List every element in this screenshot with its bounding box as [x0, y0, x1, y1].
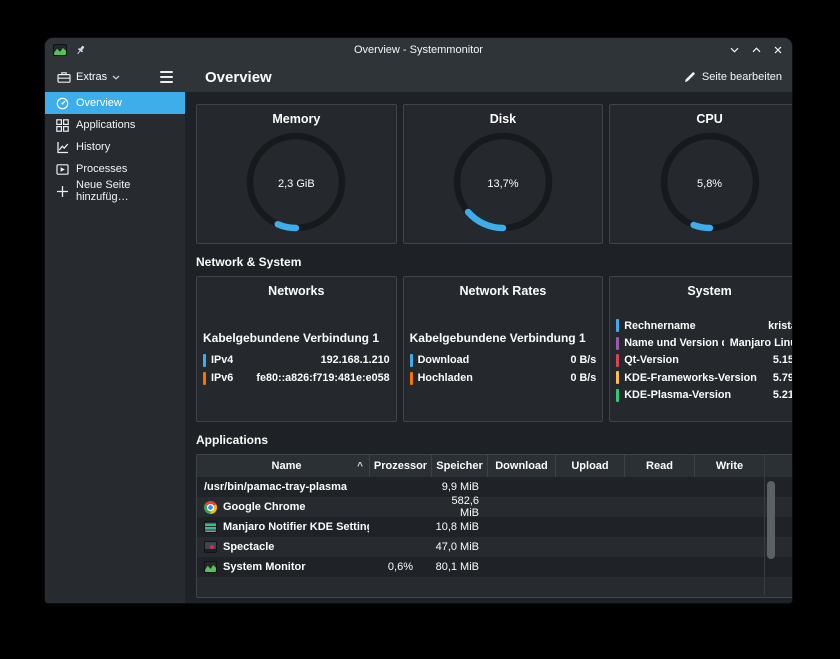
connection-name: Kabelgebundene Verbindung 1 [410, 331, 597, 345]
sensor-row-qt: Qt-Version 5.15.2 [610, 352, 792, 369]
column-header-prozessor[interactable]: Prozessor [369, 455, 431, 477]
system-monitor-icon [204, 561, 217, 573]
toolbar: Extras Overview Seite bearbeiten [45, 62, 792, 92]
gauge-title: Memory [197, 112, 396, 128]
panel-title: System [610, 284, 792, 300]
sidebar: Overview Applications History [45, 92, 185, 603]
section-applications: Applications [196, 433, 792, 448]
sensor-color-bar [616, 337, 619, 350]
gauge-value: 2,3 GiB [197, 178, 396, 190]
table-row-empty [197, 577, 792, 597]
titlebar[interactable]: Overview - Systemmonitor [45, 38, 792, 62]
sensor-row-upload: Hochladen 0 B/s [404, 369, 603, 387]
memory-gauge-panel: Memory 2,3 GiB [196, 104, 397, 244]
sensor-color-bar [203, 354, 206, 367]
pin-icon[interactable] [75, 44, 86, 56]
sidebar-item-label: Processes [76, 163, 127, 175]
network-rates-panel: Network Rates Kabelgebundene Verbindung … [403, 276, 604, 422]
sidebar-item-add-page[interactable]: Neue Seite hinzufüg… [45, 180, 185, 202]
sensor-row-frameworks: KDE-Frameworks-Version 5.79.0 [610, 369, 792, 386]
app-icon [53, 44, 67, 56]
vertical-scrollbar[interactable] [767, 481, 775, 559]
spectacle-icon [204, 541, 217, 553]
minimize-icon[interactable] [730, 47, 739, 53]
gauge-value: 13,7% [404, 178, 603, 190]
edit-page-button[interactable]: Seite bearbeiten [684, 71, 782, 83]
toolbox-icon [57, 71, 71, 83]
column-header-read[interactable]: Read [624, 455, 694, 477]
edit-page-label: Seite bearbeiten [702, 71, 782, 83]
sort-asc-icon: ^ [357, 461, 363, 472]
table-header: Name ^ Prozessor Speicher Download Uploa… [197, 455, 792, 477]
gauge-title: Disk [404, 112, 603, 128]
process-icon [56, 163, 69, 176]
sidebar-item-processes[interactable]: Processes [45, 158, 185, 180]
grid-icon [56, 119, 69, 132]
page-title: Overview [205, 69, 272, 86]
sidebar-item-applications[interactable]: Applications [45, 114, 185, 136]
sensor-color-bar [616, 354, 619, 367]
extras-label: Extras [76, 71, 107, 83]
close-icon[interactable] [774, 46, 782, 54]
sensor-color-bar [616, 389, 619, 402]
sensor-row-download: Download 0 B/s [404, 351, 603, 369]
table-row-pamac[interactable]: /usr/bin/pamac-tray-plasma 9,9 MiB [197, 477, 792, 497]
sensor-row-os: Name und Version de… Manjaro Linux [610, 334, 792, 351]
sensor-row-ipv4: IPv4 192.168.1.210 [197, 351, 396, 369]
sensor-row-hostname: Rechnername kristall [610, 317, 792, 334]
manjaro-notifier-icon [204, 521, 217, 533]
gauges-row: Memory 2,3 GiB Disk 13,7% CP [196, 104, 792, 244]
networks-panel: Networks Kabelgebundene Verbindung 1 IPv… [196, 276, 397, 422]
column-header-download[interactable]: Download [487, 455, 555, 477]
gauge-title: CPU [610, 112, 792, 128]
sensor-color-bar [203, 372, 206, 385]
sidebar-item-label: Overview [76, 97, 122, 109]
sensor-color-bar [410, 354, 413, 367]
column-header-name[interactable]: Name ^ [197, 455, 369, 477]
column-header-write[interactable]: Write [694, 455, 764, 477]
window-title: Overview - Systemmonitor [45, 44, 792, 56]
table-row-chrome[interactable]: Google Chrome 582,6 MiB [197, 497, 792, 517]
sensor-color-bar [616, 319, 619, 332]
applications-table: Name ^ Prozessor Speicher Download Uploa… [196, 454, 792, 598]
cpu-gauge-panel: CPU 5,8% [609, 104, 792, 244]
connection-name: Kabelgebundene Verbindung 1 [203, 331, 390, 345]
column-header-gutter [764, 455, 792, 477]
scrollbar-track-divider [764, 455, 765, 595]
column-header-upload[interactable]: Upload [555, 455, 624, 477]
maximize-icon[interactable] [752, 47, 761, 53]
hamburger-menu-icon[interactable] [160, 71, 173, 83]
panel-title: Networks [197, 284, 396, 300]
extras-button[interactable]: Extras [57, 71, 120, 83]
sidebar-item-history[interactable]: History [45, 136, 185, 158]
sidebar-item-label: History [76, 141, 110, 153]
table-row-manjaro-notifier[interactable]: Manjaro Notifier KDE Settings 10,8 MiB [197, 517, 792, 537]
system-panel: System Rechnername kristall Name und Ver… [609, 276, 792, 422]
gauge-icon [56, 97, 69, 110]
network-system-row: Networks Kabelgebundene Verbindung 1 IPv… [196, 276, 792, 422]
gauge-value: 5,8% [610, 178, 792, 190]
system-monitor-window: Overview - Systemmonitor Extras [45, 38, 792, 603]
panel-title: Network Rates [404, 284, 603, 300]
sensor-color-bar [616, 371, 619, 384]
sensor-color-bar [410, 372, 413, 385]
disk-gauge-panel: Disk 13,7% [403, 104, 604, 244]
chrome-icon [204, 501, 217, 514]
sidebar-item-label: Neue Seite hinzufüg… [76, 179, 185, 203]
sidebar-item-overview[interactable]: Overview [45, 92, 185, 114]
table-row-spectacle[interactable]: Spectacle 47,0 MiB [197, 537, 792, 557]
overview-page-content: Memory 2,3 GiB Disk 13,7% CP [185, 92, 792, 603]
section-network-system: Network & System [196, 255, 792, 270]
table-row-system-monitor[interactable]: System Monitor 0,6% 80,1 MiB [197, 557, 792, 577]
column-header-speicher[interactable]: Speicher [431, 455, 487, 477]
sidebar-item-label: Applications [76, 119, 135, 131]
sensor-row-ipv6: IPv6 fe80::a826:f719:481e:e058 [197, 369, 396, 387]
line-chart-icon [56, 141, 69, 154]
pencil-icon [684, 71, 696, 83]
sensor-row-plasma: KDE-Plasma-Version 5.21.1 [610, 387, 792, 404]
plus-icon [56, 185, 69, 198]
chevron-down-icon [112, 75, 120, 80]
